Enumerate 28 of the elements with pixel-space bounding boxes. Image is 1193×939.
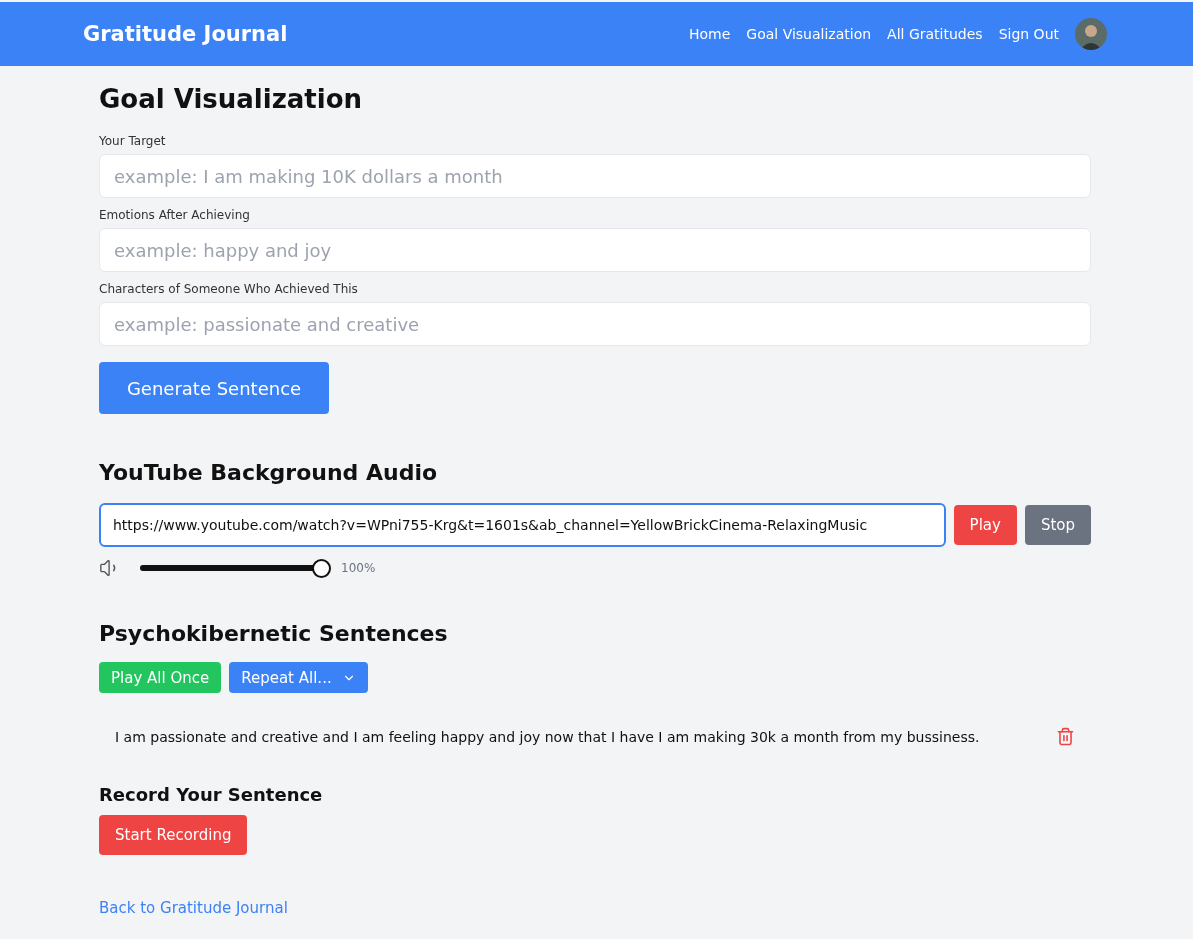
back-link[interactable]: Back to Gratitude Journal [99, 899, 288, 917]
sentence-text: I am passionate and creative and I am feeling happy and joy now that I have I am making 30k a month from my bussiness. [115, 728, 980, 745]
section-title: Psychokibernetic Sentences [99, 621, 449, 646]
input-field[interactable]: example: passionate and creative [99, 302, 1091, 346]
play-button[interactable]: Play [953, 505, 1017, 545]
nav-link[interactable]: Goal Visualization [746, 26, 872, 42]
nav-link[interactable]: Sign Out [998, 26, 1059, 42]
nav-link[interactable]: All Gratitudes [887, 26, 983, 42]
url-field[interactable]: https://www.youtube.com/watch?v=WPni755-Krg&t=1601s&ab_channel=YellowBrickCinema-RelaxingMusic [99, 503, 946, 547]
section-title: Record Your Sentence [99, 784, 324, 805]
repeat-select[interactable]: Repeat All... [229, 662, 368, 693]
field-label: Characters of Someone Who Achieved This [99, 282, 359, 296]
avatar[interactable] [1075, 18, 1107, 50]
page-title: Goal Visualization [99, 84, 364, 114]
section-title: YouTube Background Audio [99, 460, 439, 485]
record-button[interactable]: Start Recording [99, 815, 248, 855]
nav-link[interactable]: Home [689, 26, 731, 42]
input-field[interactable]: example: happy and joy [99, 228, 1091, 272]
slider-thumb[interactable] [312, 558, 331, 578]
generate-button[interactable]: Generate Sentence [99, 362, 329, 414]
input-field[interactable]: example: I am making 10K dollars a month [99, 154, 1091, 198]
stop-button[interactable]: Stop [1024, 505, 1091, 545]
play-all-button[interactable]: Play All Once [99, 662, 222, 693]
brand-title: Gratitude Journal [83, 22, 288, 46]
field-label: Emotions After Achieving [99, 208, 251, 222]
field-label: Your Target [99, 134, 167, 148]
volume-reading: 100% [341, 561, 376, 575]
delete-icon[interactable] [1056, 727, 1075, 746]
